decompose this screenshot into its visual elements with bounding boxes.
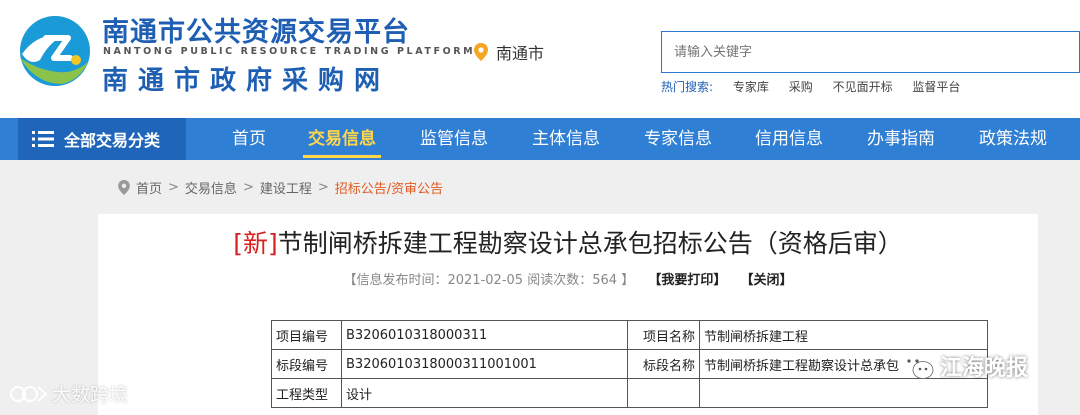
location-pin-icon <box>118 180 130 195</box>
hot-keyword[interactable]: 监督平台 <box>912 80 960 94</box>
table-cell-key: 标段编号 <box>271 349 342 379</box>
location-pin-icon <box>474 43 488 61</box>
article-title: [新]节制闸桥拆建工程勘察设计总承包招标公告（资格后审） <box>98 224 1038 260</box>
table-cell-key: 工程类型 <box>271 378 342 408</box>
project-info-table: 项目编号 B3206010318000311 项目名称 节制闸桥拆建工程 标段编… <box>271 320 988 408</box>
location-selector[interactable]: 南通市 <box>474 40 544 64</box>
brand-title: 南通市公共资源交易平台 <box>102 17 410 48</box>
table-row: 工程类型 设计 <box>271 378 988 408</box>
search-input[interactable] <box>662 32 1079 72</box>
breadcrumb-separator: > <box>168 180 179 195</box>
site-header: 南通市公共资源交易平台 NANTONG PUBLIC RESOURCE TRAD… <box>0 0 1080 118</box>
view-count: 564 <box>592 273 618 288</box>
table-cell-value: B3206010318000311 <box>341 320 628 350</box>
nav-item-expert-info[interactable]: 专家信息 <box>638 118 718 160</box>
close-button[interactable]: 【关闭】 <box>741 273 793 288</box>
meta-prefix: 【信息发布时间： <box>343 273 448 288</box>
table-row: 标段编号 B3206010318000311001001 标段名称 节制闸桥拆建… <box>271 349 988 379</box>
table-cell-key: 标段名称 <box>627 349 700 379</box>
nav-item-credit-info[interactable]: 信用信息 <box>749 118 829 160</box>
nav-item-entity-info[interactable]: 主体信息 <box>526 118 606 160</box>
breadcrumb-separator: > <box>317 180 329 195</box>
brand-subtitle: 南通市政府采购网 <box>102 66 391 96</box>
hot-keyword[interactable]: 专家库 <box>733 80 769 94</box>
nav-item-guide[interactable]: 办事指南 <box>861 118 941 160</box>
nav-item-policy[interactable]: 政策法规 <box>973 118 1053 160</box>
table-cell-value: 设计 <box>341 378 628 408</box>
views-label: 阅读次数： <box>527 273 593 288</box>
article-title-text: 节制闸桥拆建工程勘察设计总承包招标公告（资格后审） <box>277 229 903 258</box>
publish-date: 2021-02-05 <box>447 273 524 288</box>
article-meta: 【信息发布时间：2021-02-05 阅读次数：564 】 【我要打印】 【关闭… <box>98 269 1038 288</box>
nav-item-supervision-info[interactable]: 监管信息 <box>414 118 494 160</box>
print-button[interactable]: 【我要打印】 <box>648 273 726 288</box>
brand-english: NANTONG PUBLIC RESOURCE TRADING PLATFORM <box>103 46 476 57</box>
hot-keyword[interactable]: 采购 <box>789 80 813 94</box>
table-cell-key <box>627 378 700 408</box>
table-cell-key: 项目名称 <box>627 320 700 350</box>
main-nav: 全部交易分类 首页 交易信息 监管信息 主体信息 专家信息 信用信息 办事指南 … <box>0 118 1080 160</box>
breadcrumb-separator: > <box>242 180 254 195</box>
watermark-left-text: 大数跨境 <box>52 384 129 406</box>
table-cell-value: 节制闸桥拆建工程 <box>699 320 988 350</box>
menu-icon <box>32 131 54 147</box>
article-panel: [新]节制闸桥拆建工程勘察设计总承包招标公告（资格后审） 【信息发布时间：202… <box>98 214 1038 415</box>
breadcrumb-home[interactable]: 首页 <box>136 178 162 197</box>
wechat-icon <box>901 353 934 379</box>
hot-search-label: 热门搜索: <box>661 80 714 94</box>
table-cell-value: B3206010318000311001001 <box>341 349 628 379</box>
hot-search: 热门搜索: 专家库 采购 不见面开标 监督平台 <box>661 78 960 95</box>
breadcrumb-current: 招标公告/资审公告 <box>334 182 444 197</box>
meta-suffix: 】 <box>621 273 635 288</box>
breadcrumb-construction[interactable]: 建设工程 <box>260 178 312 197</box>
watermark-left: 大数跨境 <box>8 380 128 407</box>
new-tag: [新] <box>233 229 278 258</box>
hot-keyword[interactable]: 不见面开标 <box>833 80 893 94</box>
all-categories-button[interactable]: 全部交易分类 <box>18 118 186 160</box>
watermark-logo-icon <box>10 385 48 402</box>
all-categories-label: 全部交易分类 <box>64 131 161 150</box>
watermark-right-text: 江海晚报 <box>940 356 1029 381</box>
location-label: 南通市 <box>496 44 545 63</box>
table-row: 项目编号 B3206010318000311 项目名称 节制闸桥拆建工程 <box>271 320 988 350</box>
watermark-right: 江海晚报 <box>900 350 1028 382</box>
breadcrumb: 首页 > 交易信息 > 建设工程 > 招标公告/资审公告 <box>118 178 443 197</box>
table-cell-key: 项目编号 <box>271 320 342 350</box>
nav-item-trading-info[interactable]: 交易信息 <box>303 118 381 160</box>
search-box[interactable] <box>661 31 1080 73</box>
site-logo[interactable] <box>18 14 92 88</box>
table-cell-value <box>699 378 988 408</box>
nav-item-home[interactable]: 首页 <box>212 118 286 160</box>
breadcrumb-trading-info[interactable]: 交易信息 <box>185 178 237 197</box>
